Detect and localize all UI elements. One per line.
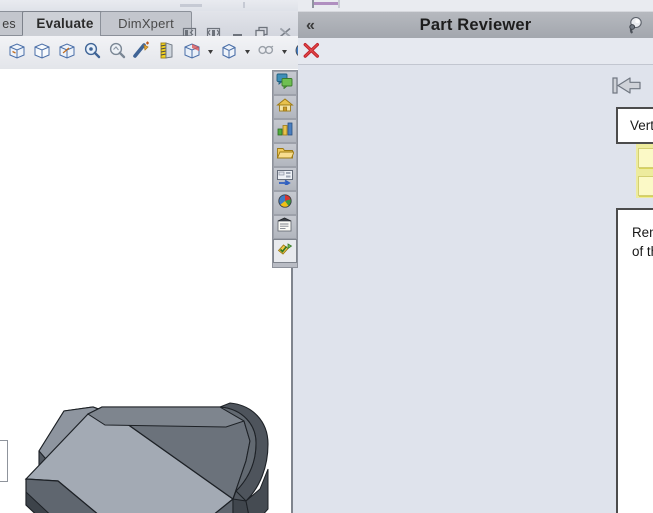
compare-documents-icon[interactable] [255,39,277,63]
go-to-first-button[interactable] [610,70,644,100]
tab-label: es [2,16,16,31]
application-window: es Evaluate DimXpert « Part Reviewer Ver… [0,0,653,513]
cad-workspace: es Evaluate DimXpert [0,0,298,513]
feature-name-input[interactable]: Vertical_Plate [616,107,653,144]
graphics-viewport[interactable] [0,69,298,513]
bar-chart-icon [276,121,294,142]
part-reviewer-panel: « Part Reviewer Vert Re of t [298,0,653,513]
sidebar-item-appearances[interactable] [273,191,297,215]
home-icon [276,97,294,118]
zebra-stripes-icon[interactable] [156,39,178,63]
transfer-icon [276,169,294,190]
performance-dropdown-caret[interactable] [243,40,252,62]
folder-icon [276,145,295,166]
date-time-stamp-button[interactable]: Date/Time Stamp [638,148,653,168]
top-strip-mark-tick [312,0,314,8]
3d-part-model[interactable] [0,69,298,513]
draft-analysis-icon[interactable] [131,39,153,63]
command-manager-tabbar: es Evaluate DimXpert [0,11,298,39]
tab-label: Evaluate [36,16,94,31]
chrome-mark-2 [243,2,245,8]
top-strip-mark-purple [312,2,338,5]
compare-dropdown-caret[interactable] [280,40,289,62]
panel-header: « Part Reviewer [298,11,653,40]
curvature-icon[interactable] [181,39,203,63]
panel-subbar [298,38,653,65]
color-sphere-icon [276,193,294,214]
page-title: Part Reviewer [419,16,532,34]
checkmark-flag-icon [276,241,294,262]
chrome-mark-1 [180,4,202,7]
tab-label: DimXpert [118,16,174,31]
speech-bubbles-icon [276,73,294,94]
toolbar-icon-group [6,39,298,63]
action-buttons: Date/Time Stamp Delete Cancel Save and C… [636,144,653,198]
task-pane-tab-strip [272,70,298,268]
cancel-button[interactable]: Cancel [638,176,653,196]
sidebar-item-file-explorer[interactable] [273,119,297,143]
section-properties-icon[interactable] [56,39,78,63]
sidebar-item-view-palette[interactable] [273,167,297,191]
panel-top-strip [298,0,653,11]
sidebar-item-solidworks-resources[interactable] [273,71,297,95]
upper-chrome-strip [0,0,298,11]
navigation-toolbar [610,64,653,106]
sidebar-item-design-library[interactable] [273,95,297,119]
feature-name-row: Vertical_Plate [616,107,653,145]
mass-properties-icon[interactable] [31,39,53,63]
sidebar-item-part-reviewer[interactable] [273,239,297,263]
top-strip-mark-tick2 [338,0,340,8]
evaluate-toolbar [0,36,298,70]
curvature-dropdown-caret[interactable] [206,40,215,62]
sidebar-item-search[interactable] [273,143,297,167]
measure-cube-icon[interactable] [6,39,28,63]
deviation-analysis-icon[interactable] [106,39,128,63]
zoom-check-icon[interactable] [81,39,103,63]
tab-dimxpert[interactable]: DimXpert [100,11,192,36]
performance-evaluation-icon[interactable] [218,39,240,63]
sidebar-item-custom-properties[interactable] [273,215,297,239]
edge-marker-box [0,440,8,482]
notes-icon [276,217,294,238]
notes-textarea[interactable]: Remember to double-check the thickness o… [616,208,653,513]
close-red-x-icon[interactable] [302,41,321,60]
tab-evaluate[interactable]: Evaluate [22,11,108,36]
magnifier-icon[interactable] [625,15,645,35]
